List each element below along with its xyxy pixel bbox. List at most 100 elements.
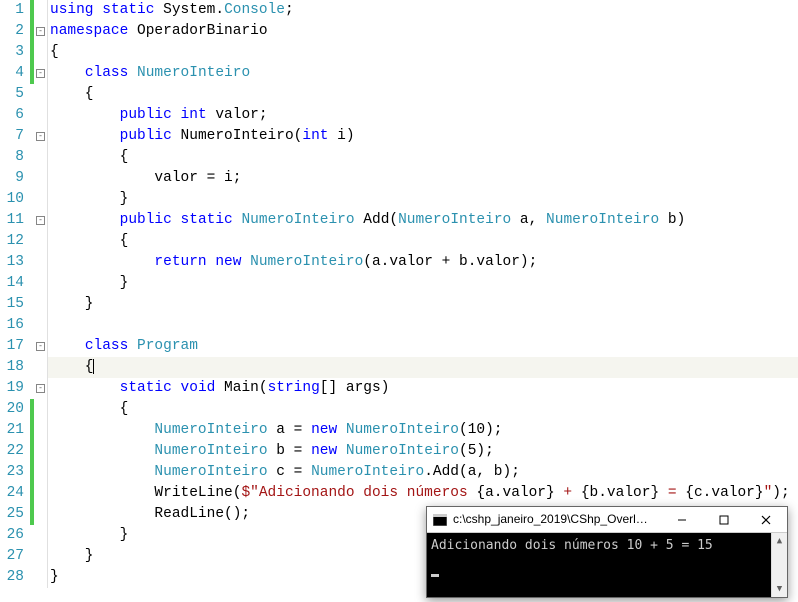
code-area[interactable]: using static System.Console;namespace Op… bbox=[48, 0, 798, 588]
fold-cell bbox=[34, 189, 47, 210]
fold-toggle-icon[interactable]: - bbox=[36, 132, 45, 141]
fold-cell[interactable]: - bbox=[34, 336, 47, 357]
fold-cell[interactable]: - bbox=[34, 21, 47, 42]
fold-toggle-icon[interactable]: - bbox=[36, 27, 45, 36]
fold-cell bbox=[34, 567, 47, 588]
line-number: 2 bbox=[0, 21, 24, 42]
line-number: 26 bbox=[0, 525, 24, 546]
fold-cell[interactable]: - bbox=[34, 378, 47, 399]
line-number: 21 bbox=[0, 420, 24, 441]
line-number: 9 bbox=[0, 168, 24, 189]
fold-toggle-icon[interactable]: - bbox=[36, 342, 45, 351]
line-number: 12 bbox=[0, 231, 24, 252]
line-number: 22 bbox=[0, 441, 24, 462]
line-number: 25 bbox=[0, 504, 24, 525]
code-line[interactable]: { bbox=[48, 84, 798, 105]
fold-cell bbox=[34, 273, 47, 294]
console-icon bbox=[431, 511, 449, 529]
line-number: 20 bbox=[0, 399, 24, 420]
line-number: 3 bbox=[0, 42, 24, 63]
console-output: Adicionando dois números 10 + 5 = 15 bbox=[431, 535, 767, 595]
outline-fold-column[interactable]: - - - - - - bbox=[34, 0, 48, 588]
scroll-down-icon[interactable]: ▼ bbox=[772, 581, 787, 597]
console-scrollbar[interactable]: ▲ ▼ bbox=[771, 533, 787, 597]
fold-toggle-icon[interactable]: - bbox=[36, 69, 45, 78]
code-line[interactable]: namespace OperadorBinario bbox=[48, 21, 798, 42]
console-body[interactable]: Adicionando dois números 10 + 5 = 15 ▲ ▼ bbox=[427, 533, 787, 597]
line-number: 23 bbox=[0, 462, 24, 483]
fold-cell bbox=[34, 546, 47, 567]
fold-cell bbox=[34, 294, 47, 315]
code-line[interactable]: NumeroInteiro b = new NumeroInteiro(5); bbox=[48, 441, 798, 462]
fold-cell bbox=[34, 399, 47, 420]
fold-cell[interactable]: - bbox=[34, 210, 47, 231]
fold-toggle-icon[interactable]: - bbox=[36, 216, 45, 225]
code-editor[interactable]: 1234567891011121314151617181920212223242… bbox=[0, 0, 798, 588]
line-number: 18 bbox=[0, 357, 24, 378]
fold-cell bbox=[34, 105, 47, 126]
line-number: 14 bbox=[0, 273, 24, 294]
line-number: 11 bbox=[0, 210, 24, 231]
code-line[interactable]: public NumeroInteiro(int i) bbox=[48, 126, 798, 147]
fold-cell bbox=[34, 462, 47, 483]
line-number: 16 bbox=[0, 315, 24, 336]
line-number: 1 bbox=[0, 0, 24, 21]
code-line[interactable]: { bbox=[48, 42, 798, 63]
code-line[interactable]: { bbox=[48, 399, 798, 420]
fold-cell bbox=[34, 357, 47, 378]
console-titlebar[interactable]: c:\cshp_janeiro_2019\CShp_Overl… bbox=[427, 507, 787, 533]
fold-cell bbox=[34, 315, 47, 336]
code-line[interactable]: { bbox=[48, 357, 798, 378]
fold-cell bbox=[34, 84, 47, 105]
fold-toggle-icon[interactable]: - bbox=[36, 384, 45, 393]
minimize-button[interactable] bbox=[661, 507, 703, 533]
fold-cell bbox=[34, 231, 47, 252]
line-number: 28 bbox=[0, 567, 24, 588]
fold-cell bbox=[34, 441, 47, 462]
line-number: 17 bbox=[0, 336, 24, 357]
code-line[interactable]: class Program bbox=[48, 336, 798, 357]
scroll-up-icon[interactable]: ▲ bbox=[772, 533, 787, 549]
line-number-gutter: 1234567891011121314151617181920212223242… bbox=[0, 0, 30, 588]
fold-cell[interactable]: - bbox=[34, 126, 47, 147]
line-number: 6 bbox=[0, 105, 24, 126]
fold-cell bbox=[34, 504, 47, 525]
fold-cell bbox=[34, 42, 47, 63]
fold-cell bbox=[34, 168, 47, 189]
line-number: 8 bbox=[0, 147, 24, 168]
code-line[interactable]: static void Main(string[] args) bbox=[48, 378, 798, 399]
fold-cell bbox=[34, 0, 47, 21]
line-number: 24 bbox=[0, 483, 24, 504]
line-number: 4 bbox=[0, 63, 24, 84]
fold-cell[interactable]: - bbox=[34, 63, 47, 84]
line-number: 27 bbox=[0, 546, 24, 567]
code-line[interactable]: } bbox=[48, 273, 798, 294]
code-line[interactable]: valor = i; bbox=[48, 168, 798, 189]
code-line[interactable]: using static System.Console; bbox=[48, 0, 798, 21]
line-number: 13 bbox=[0, 252, 24, 273]
code-line[interactable]: return new NumeroInteiro(a.valor + b.val… bbox=[48, 252, 798, 273]
code-line[interactable]: { bbox=[48, 147, 798, 168]
code-line[interactable]: } bbox=[48, 189, 798, 210]
console-window[interactable]: c:\cshp_janeiro_2019\CShp_Overl… Adicion… bbox=[426, 506, 788, 598]
line-number: 19 bbox=[0, 378, 24, 399]
code-line[interactable]: WriteLine($"Adicionando dois números {a.… bbox=[48, 483, 798, 504]
code-line[interactable]: { bbox=[48, 231, 798, 252]
line-number: 15 bbox=[0, 294, 24, 315]
maximize-button[interactable] bbox=[703, 507, 745, 533]
code-line[interactable]: public int valor; bbox=[48, 105, 798, 126]
code-line[interactable] bbox=[48, 315, 798, 336]
fold-cell bbox=[34, 525, 47, 546]
console-title-text: c:\cshp_janeiro_2019\CShp_Overl… bbox=[453, 509, 661, 530]
code-line[interactable]: NumeroInteiro c = NumeroInteiro.Add(a, b… bbox=[48, 462, 798, 483]
fold-cell bbox=[34, 483, 47, 504]
line-number: 7 bbox=[0, 126, 24, 147]
fold-cell bbox=[34, 252, 47, 273]
line-number: 5 bbox=[0, 84, 24, 105]
code-line[interactable]: NumeroInteiro a = new NumeroInteiro(10); bbox=[48, 420, 798, 441]
code-line[interactable]: } bbox=[48, 294, 798, 315]
close-button[interactable] bbox=[745, 507, 787, 533]
code-line[interactable]: class NumeroInteiro bbox=[48, 63, 798, 84]
fold-cell bbox=[34, 420, 47, 441]
code-line[interactable]: public static NumeroInteiro Add(NumeroIn… bbox=[48, 210, 798, 231]
